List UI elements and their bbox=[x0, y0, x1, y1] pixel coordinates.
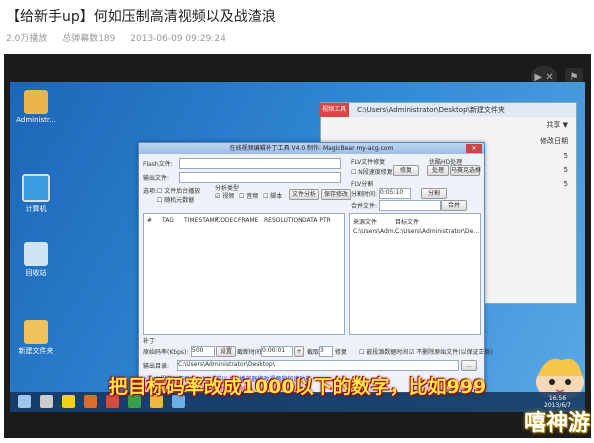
recycle-bin-icon bbox=[24, 242, 48, 266]
flv-fix-checkbox[interactable]: ☐ N段速度修复 bbox=[351, 167, 393, 176]
video-frame: Administr... 计算机 回收站 新建文件夹 视频工具 C:\Users… bbox=[10, 82, 585, 412]
bitrate-input[interactable]: 500 bbox=[191, 346, 215, 357]
app-title-bar: 在线视频编辑补丁工具 V4.0 制作: MagicBear my-acg.com… bbox=[139, 143, 484, 154]
user-folder-icon bbox=[24, 90, 48, 114]
explorer-row: 共享 ▼ bbox=[546, 121, 568, 129]
upload-date: 2013-06-09 09:29:24 bbox=[130, 34, 226, 44]
flv-split-group: FLV分割 bbox=[351, 181, 374, 188]
output-file-label: 输出文件: bbox=[143, 175, 170, 182]
hd-mosaic-button[interactable]: 马赛克选框 bbox=[450, 165, 481, 176]
increment-button[interactable]: + bbox=[294, 346, 304, 357]
desktop-icon-recycle: 回收站 bbox=[16, 242, 56, 278]
flv-fix-group: FLV文件修复 bbox=[351, 159, 386, 166]
explorer-path: C:\Users\Administrator\Desktop\新建文件夹 bbox=[321, 103, 576, 117]
fix-button[interactable]: 修复 bbox=[393, 165, 419, 176]
merge-label: 合并文件: bbox=[351, 203, 378, 210]
start-time-label: 截断时间: bbox=[237, 349, 264, 356]
merge-input[interactable] bbox=[379, 200, 441, 211]
table-cell: C:\Users\Adm... bbox=[353, 228, 400, 235]
flv-patch-tool-window: 在线视频编辑补丁工具 V4.0 制作: MagicBear my-acg.com… bbox=[138, 142, 493, 394]
desktop-icon-user: Administr... bbox=[16, 90, 56, 124]
danmaku-count: 总弹幕数189 bbox=[62, 34, 116, 44]
folder-icon bbox=[24, 320, 48, 344]
fix-label: 修复 bbox=[335, 349, 348, 356]
split-time-input[interactable]: 0:05:10 bbox=[379, 188, 411, 199]
col-header: DATA PTR bbox=[302, 217, 331, 224]
settings-button[interactable]: 设置 bbox=[216, 346, 236, 357]
video-meta: 2.0万播放 总弹幕数189 2013-06-09 09:29:24 bbox=[6, 31, 238, 44]
col-header: 目标文件 bbox=[395, 219, 420, 226]
computer-icon bbox=[22, 174, 50, 202]
meta-time-checkbox[interactable]: ☐ 嵌段源数据时间 bbox=[359, 347, 408, 356]
desktop-icon-folder: 新建文件夹 bbox=[16, 320, 56, 356]
desktop-icon-computer: 计算机 bbox=[16, 174, 56, 214]
split-button[interactable]: 分割 bbox=[421, 188, 447, 199]
video-title: 【给新手up】何如压制高清视频以及战渣浪 bbox=[6, 9, 276, 25]
watermark: 嘻神游 bbox=[523, 411, 590, 436]
col-header: CODEC bbox=[216, 217, 238, 224]
video-subtitle: 把目标码率改成1000以下的数字，比如999 bbox=[108, 376, 487, 398]
explorer-tool-tab: 视频工具 bbox=[319, 103, 349, 117]
option-random-meta[interactable]: ☐ 随机元数据 bbox=[157, 195, 194, 204]
tag-table[interactable]: # TAG TIMESTAMP CODEC FRAME RESOLUTION D… bbox=[143, 213, 345, 335]
close-icon[interactable]: ✕ bbox=[466, 144, 482, 153]
end-label: 截取 bbox=[307, 349, 320, 356]
col-header: # bbox=[147, 217, 153, 224]
app-title: 在线视频编辑补丁工具 V4.0 制作: MagicBear my-acg.com bbox=[229, 145, 394, 152]
bitrate-label: 原始码率(Kbps): bbox=[143, 349, 189, 356]
start-time-input[interactable]: 0:00:01 bbox=[261, 346, 293, 357]
file-analyze-button[interactable]: 文件分析 bbox=[289, 189, 319, 200]
table-cell: C:\Users\Administrator\De... bbox=[395, 228, 480, 235]
col-header: 来源文件 bbox=[353, 219, 378, 226]
option-background[interactable]: ☐ 文件后台播放 bbox=[157, 186, 200, 195]
col-header: TIMESTAMP bbox=[184, 217, 219, 224]
flash-file-label: Flash文件: bbox=[143, 161, 173, 168]
patch-label: 补丁 bbox=[143, 338, 156, 345]
browse-button[interactable]: ... bbox=[461, 360, 477, 371]
keep-original-checkbox[interactable]: ☑ 不删除原始文件(以保证正版) bbox=[409, 347, 493, 356]
file-table[interactable]: 来源文件 目标文件 C:\Users\Adm... C:\Users\Admin… bbox=[349, 213, 481, 335]
analyze-video-radio[interactable]: ☑ 视频 bbox=[215, 191, 234, 200]
col-header: RESOLUTION bbox=[264, 217, 303, 224]
col-header: FRAME bbox=[238, 217, 259, 224]
merge-button[interactable]: 合并 bbox=[441, 200, 467, 211]
hd-process-button[interactable]: 处理 bbox=[427, 165, 449, 176]
video-player[interactable]: ▶ ✕ ⚑ Administr... 计算机 回收站 新建文件夹 视频工具 C:… bbox=[4, 54, 591, 438]
flash-file-input[interactable] bbox=[179, 158, 341, 169]
output-dir-input[interactable]: C:\Users\Administrator\Desktop\ bbox=[177, 360, 459, 371]
analyze-script-radio[interactable]: ☐ 脚本 bbox=[263, 191, 282, 200]
col-header: TAG bbox=[162, 217, 174, 224]
output-file-input[interactable] bbox=[179, 172, 341, 183]
play-count: 2.0万播放 bbox=[6, 34, 48, 44]
analyze-audio-radio[interactable]: ☐ 音频 bbox=[239, 191, 258, 200]
save-changes-button[interactable]: 保存修改 bbox=[321, 189, 351, 200]
split-time-label: 分割时间: bbox=[351, 191, 378, 198]
output-dir-label: 输出目录: bbox=[143, 363, 170, 370]
options-label: 选项: bbox=[143, 188, 158, 195]
end-input[interactable]: 3 bbox=[319, 346, 333, 357]
